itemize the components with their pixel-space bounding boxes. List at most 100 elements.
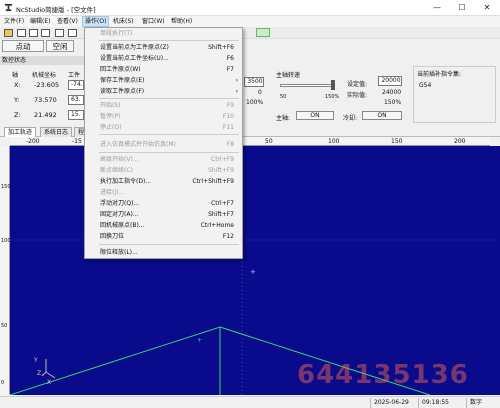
axis-x-machine: -23.605 (34, 81, 60, 89)
spindle-actual-label: 实际值: (347, 92, 368, 99)
menu-item-tool-change-position[interactable]: 回换刀位 F12 (85, 231, 242, 242)
horizontal-ruler: -200 -15 50 100 150 200 (10, 137, 490, 146)
spindle-set-value[interactable]: 20000 (378, 76, 402, 86)
menu-item-load-work-origin[interactable]: 读取工件原点(F) › (85, 86, 242, 97)
menu-item-execute-command[interactable]: 执行加工指令(D)... Ctrl+Shift+F9 (85, 176, 242, 187)
menu-operation[interactable]: 操作(O) (82, 16, 110, 27)
spindle-title: 主轴转速 (276, 72, 301, 79)
menu-item-set-work-coord[interactable]: 设置当前点工件坐标(U)... F6 (85, 53, 242, 64)
menu-item-save-work-origin[interactable]: 保存工件原点(E) › (85, 75, 242, 86)
window-icon[interactable] (29, 29, 38, 37)
menu-item-limit-release[interactable]: 限位释放(L)... (85, 247, 242, 258)
machine-coord-header: 机械坐标 (32, 72, 57, 79)
spindle-scale-min: 50 (280, 94, 287, 100)
maximize-button[interactable]: ☐ (451, 0, 473, 16)
menu-item-start[interactable]: 开始(S) F9 (85, 100, 242, 111)
status-panel-title: 数控状态 (0, 56, 84, 65)
spindle-slider-thumb[interactable] (331, 80, 335, 90)
tool-position-marker: + (250, 268, 256, 276)
chevron-right-icon: › (235, 88, 238, 95)
coolant-on-button[interactable]: ON (362, 111, 402, 120)
tab-system-log[interactable]: 系统日志 (40, 127, 73, 137)
menu-edit[interactable]: 编辑(E) (28, 16, 52, 27)
menu-separator (99, 134, 239, 135)
panel-icon[interactable] (68, 29, 77, 37)
menu-item-simulation[interactable]: 进入仿真模式并开始仿真(M) F8 (85, 139, 242, 150)
axis-z-label: Z: (14, 111, 21, 119)
menu-item-feed[interactable]: 进给(J)... (85, 187, 242, 198)
spindle-slider-track[interactable] (280, 84, 335, 87)
status-bar: 2025-06-29 09:18:55 数字 (0, 396, 500, 408)
menu-separator (99, 244, 239, 245)
axis-triad-x (45, 371, 56, 379)
menu-item-set-work-origin[interactable]: 设置当前点为工件原点(Z) Shift+F6 (85, 42, 242, 53)
save-icon[interactable] (17, 29, 26, 37)
mode-bar: 点动 空闲 (0, 39, 80, 53)
feed-percent: 100% (246, 99, 264, 106)
spindle-percent: 150% (384, 99, 402, 106)
axis-header: 轴 (12, 72, 19, 79)
menu-view[interactable]: 查看(V) (55, 16, 80, 27)
axis-y-machine: 73.570 (34, 96, 57, 104)
modal-value: G54 (419, 82, 432, 89)
vertical-ruler: 150 100 50 0 (0, 146, 11, 394)
ruler-h-label: -15 (72, 138, 82, 145)
grid-icon[interactable] (55, 29, 64, 37)
menu-window[interactable]: 窗口(W) (140, 16, 167, 27)
ruler-h-label: 150 (391, 138, 403, 145)
ruler-h-label: -200 (26, 138, 40, 145)
menu-item-resume-breakpoint[interactable]: 断点继续(C) Shift+F9 (85, 165, 242, 176)
menu-item-advanced-start[interactable]: 高级开始(V)... Ctrl+F9 (85, 154, 242, 165)
menu-item-home-machine[interactable]: 回机械原点(B)... Ctrl+Home (85, 220, 242, 231)
modal-title: 当前插补指令集: (417, 71, 462, 78)
app-icon (4, 3, 13, 12)
ruler-h-label: 100 (328, 138, 340, 145)
menu-separator (99, 98, 239, 99)
menu-separator (99, 152, 239, 153)
spindle-on-button[interactable]: ON (296, 111, 334, 120)
axis-x-work: -74. (68, 80, 84, 90)
axis-z-work: 15. (68, 110, 84, 120)
work-coord-header: 工件 (68, 72, 81, 79)
spindle-scale-max: 150% (325, 94, 340, 100)
status-mode: 数字 (466, 398, 498, 408)
toolpath-line (10, 326, 221, 395)
ruler-v-label: 0 (1, 380, 5, 386)
spindle-set-label: 设定值: (347, 81, 368, 88)
spindle-label: 主轴: (276, 115, 291, 122)
modal-panel: 当前插补指令集: G54 (413, 66, 496, 123)
coolant-label: 冷却: (343, 115, 358, 122)
axis-y-label: Y: (14, 96, 20, 104)
open-icon[interactable] (4, 29, 13, 37)
menu-help[interactable]: 帮助(H) (169, 16, 194, 27)
operation-dropdown-menu: 单段执行(T) 设置当前点为工件原点(Z) Shift+F6 设置当前点工件坐标(… (84, 27, 243, 259)
axis-triad-z (41, 371, 47, 377)
menu-item-goto-work-origin[interactable]: 回工件原点(W) F7 (85, 64, 242, 75)
close-button[interactable]: ✕ (476, 0, 498, 16)
axis-x-label: X: (14, 81, 21, 89)
status-time: 09:18:55 (418, 398, 458, 408)
watermark-text: 644135136 (297, 360, 469, 390)
menu-item-single-step[interactable]: 单段执行(T) (85, 28, 242, 39)
toolbar (0, 27, 500, 39)
minimize-button[interactable]: — (426, 0, 448, 16)
idle-status: 空闲 (46, 40, 74, 52)
menu-item-fixed-tool-set[interactable]: 固定对刀(A)... Shift+F7 (85, 209, 242, 220)
feed-value[interactable]: 3500 (244, 77, 264, 87)
feed-actual: 0 (258, 89, 262, 96)
menu-file[interactable]: 文件(F) (2, 16, 26, 27)
list-icon[interactable] (41, 29, 50, 37)
menu-item-pause[interactable]: 暂停(P) F10 (85, 111, 242, 122)
title-bar: NcStudio简捷版 - [空文件] — ☐ ✕ (0, 0, 500, 16)
axis-x-label: X (47, 379, 51, 386)
axis-y-label: Y (33, 357, 38, 364)
menu-item-floating-tool-set[interactable]: 浮动对刀(Q)... Ctrl+F7 (85, 198, 242, 209)
tab-toolpath[interactable]: 加工轨迹 (4, 127, 37, 137)
menu-machine[interactable]: 机床(S) (111, 16, 136, 27)
view-tabs: 加工轨迹 系统日志 程 (0, 126, 500, 137)
jog-mode-button[interactable]: 点动 (2, 40, 44, 52)
status-date: 2025-06-29 (370, 398, 418, 408)
axis-y-work: 63. (68, 95, 84, 105)
menu-bar: 文件(F) 编辑(E) 查看(V) 操作(O) 机床(S) 窗口(W) 帮助(H… (0, 16, 500, 27)
menu-item-stop[interactable]: 停止(O) F11 (85, 122, 242, 133)
